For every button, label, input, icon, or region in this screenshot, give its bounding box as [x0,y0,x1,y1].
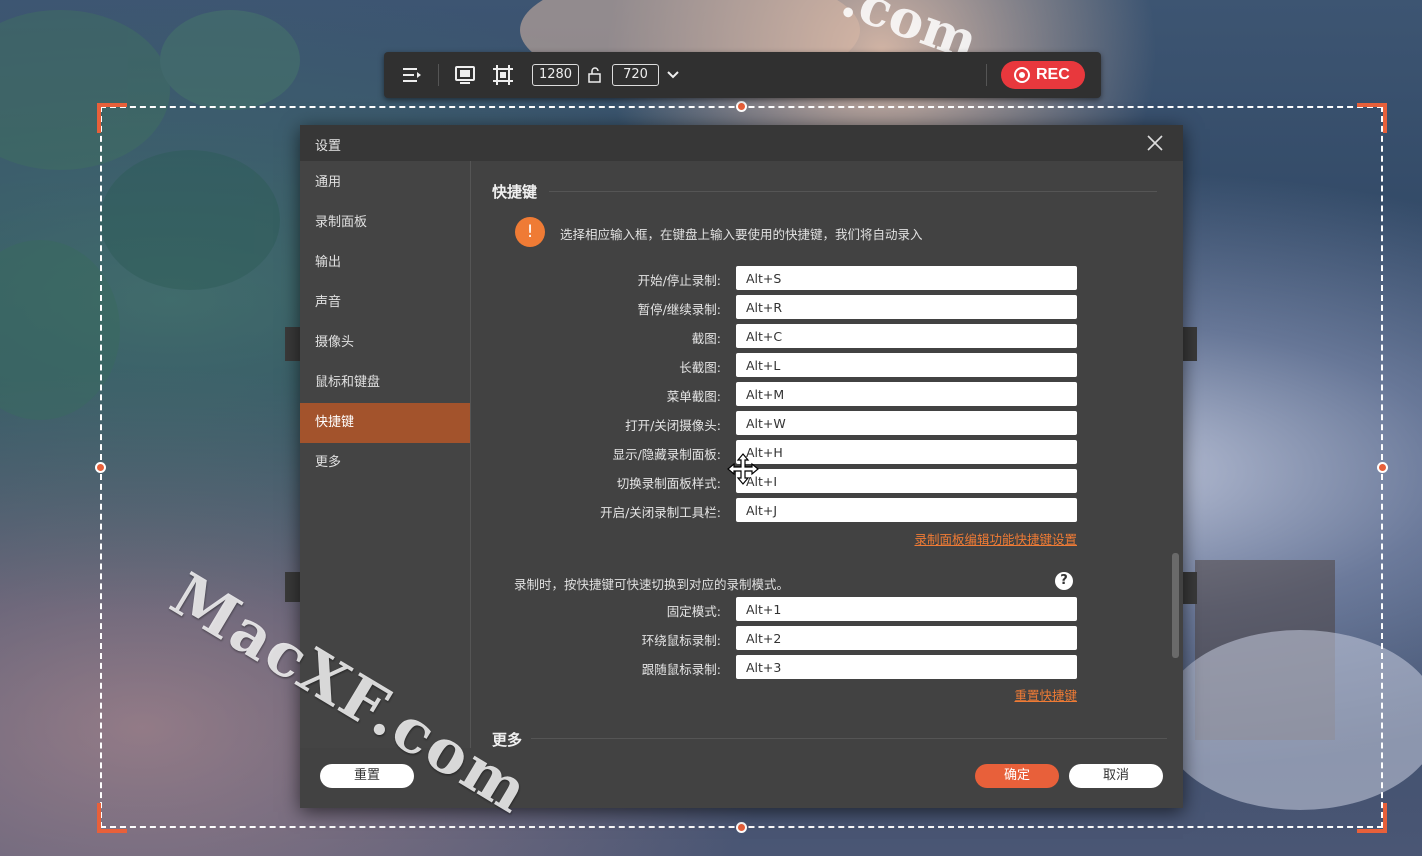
sidebar-item-general[interactable]: 通用 [300,163,470,203]
sidebar-item-label: 更多 [315,455,342,470]
hotkey-input[interactable] [736,626,1077,650]
width-input[interactable]: 1280 [532,64,579,86]
hotkeys-content: 快捷键 ! 选择相应输入框，在键盘上输入要使用的快捷键，我们将自动录入 开始/停… [471,161,1183,748]
mode-note: 录制时，按快捷键可快速切换到对应的录制模式。 [514,577,790,592]
sidebar-item-label: 快捷键 [315,415,355,430]
hotkey-input[interactable] [736,498,1077,522]
record-dot-icon [1019,72,1025,78]
background-window-right-bottom [1183,572,1197,604]
corner-handle-top-right[interactable] [1357,103,1387,133]
edge-handle-right[interactable] [1377,462,1388,473]
sidebar-item-record-panel[interactable]: 录制面板 [300,203,470,243]
more-section-divider [531,738,1167,739]
hotkey-input[interactable] [736,655,1077,679]
hotkey-input[interactable] [736,411,1077,435]
hotkey-input[interactable] [736,382,1077,406]
section-divider [549,191,1157,192]
background-window-left-bottom [285,572,301,602]
sidebar-item-camera[interactable]: 摄像头 [300,323,470,363]
close-icon[interactable] [1146,134,1164,152]
unlock-aspect-icon[interactable] [586,66,604,84]
sidebar-item-label: 摄像头 [315,335,355,350]
dialog-title-bar[interactable]: 设置 [300,125,1183,161]
fullscreen-region-icon[interactable] [454,64,476,86]
toolbar-separator [438,64,439,86]
rec-button[interactable]: REC [1001,61,1085,89]
background-window-right [1183,327,1197,361]
ok-button[interactable]: 确定 [975,764,1059,788]
corner-handle-bottom-right[interactable] [1357,803,1387,833]
info-note: 选择相应输入框，在键盘上输入要使用的快捷键，我们将自动录入 [560,227,923,242]
scrollbar-thumb[interactable] [1172,553,1179,658]
sidebar-item-label: 输出 [315,255,342,270]
move-cursor-icon [727,453,759,485]
help-icon[interactable]: ? [1055,572,1073,590]
hotkey-label: 开始/停止录制: [637,273,721,288]
edge-handle-left[interactable] [95,462,106,473]
reset-hotkeys-link[interactable]: 重置快捷键 [927,685,1077,704]
height-input[interactable]: 720 [612,64,659,86]
sidebar-item-hotkeys[interactable]: 快捷键 [300,403,470,443]
sidebar-item-label: 录制面板 [315,215,368,230]
hotkey-label: 环绕鼠标录制: [641,633,721,648]
hotkey-input[interactable] [736,597,1077,621]
custom-region-icon[interactable] [492,64,514,86]
hotkey-input[interactable] [736,440,1077,464]
hotkey-label: 跟随鼠标录制: [641,662,721,677]
toolbar-separator [986,64,987,86]
sidebar-item-sound[interactable]: 声音 [300,283,470,323]
dialog-title: 设置 [315,139,342,154]
rec-label: REC [1036,66,1070,83]
hotkey-label: 截图: [691,331,721,346]
reset-button[interactable]: 重置 [320,764,414,788]
hotkey-label: 切换录制面板样式: [616,476,721,491]
chevron-down-icon[interactable] [665,67,681,83]
panel-edit-hotkeys-link[interactable]: 录制面板编辑功能快捷键设置 [877,529,1077,548]
sidebar-item-output[interactable]: 输出 [300,243,470,283]
hotkey-label: 固定模式: [666,604,721,619]
sidebar-item-more[interactable]: 更多 [300,443,470,483]
edge-handle-top[interactable] [736,101,747,112]
cancel-button[interactable]: 取消 [1069,764,1163,788]
sidebar-item-label: 声音 [315,295,342,310]
hotkey-label: 暂停/继续录制: [637,302,721,317]
menu-icon[interactable] [401,64,423,86]
hotkey-input[interactable] [736,324,1077,348]
sidebar-item-label: 通用 [315,175,342,190]
record-toolbar: 1280 720 REC [384,52,1101,98]
corner-handle-bottom-left[interactable] [97,803,127,833]
hotkey-input[interactable] [736,353,1077,377]
corner-handle-top-left[interactable] [97,103,127,133]
hotkey-input[interactable] [736,266,1077,290]
hotkey-label: 菜单截图: [666,389,721,404]
edge-handle-bottom[interactable] [736,822,747,833]
hotkey-input[interactable] [736,469,1077,493]
hotkey-input[interactable] [736,295,1077,319]
hotkey-label: 显示/隐藏录制面板: [612,447,721,462]
hotkey-label: 开启/关闭录制工具栏: [600,505,721,520]
section-title: 快捷键 [492,183,538,201]
hotkey-label: 长截图: [679,360,721,375]
warning-icon: ! [515,217,545,247]
hotkey-label: 打开/关闭摄像头: [625,418,721,433]
sidebar-item-mouse-keyboard[interactable]: 鼠标和键盘 [300,363,470,403]
sidebar-item-label: 鼠标和键盘 [315,375,381,390]
background-window-left [285,327,301,361]
